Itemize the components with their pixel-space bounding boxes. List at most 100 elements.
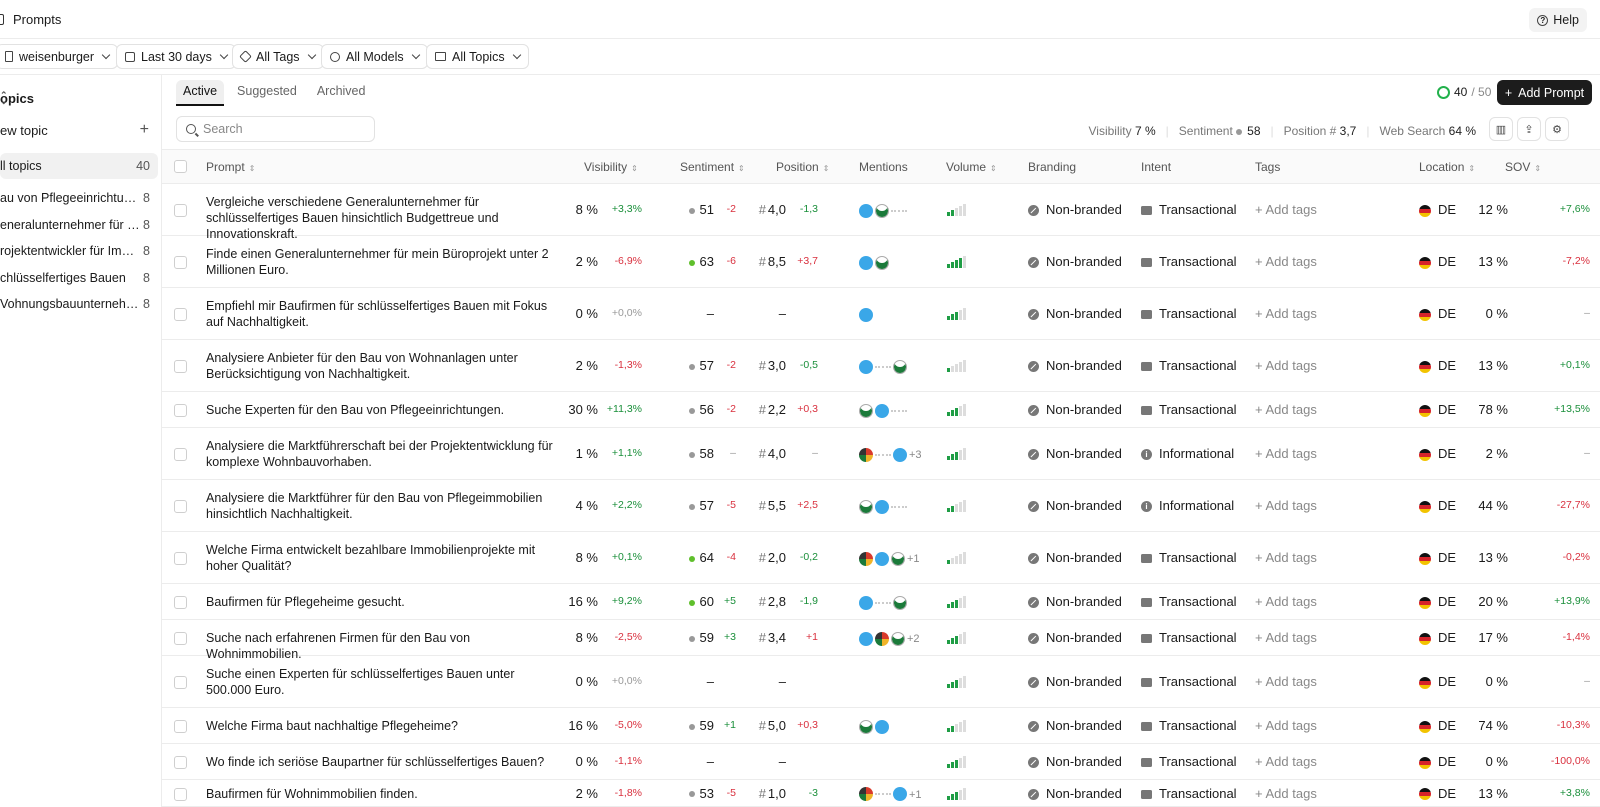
add-tags-button[interactable]: + Add tags — [1255, 630, 1317, 645]
tab-active[interactable]: Active — [176, 80, 225, 106]
prompt-text[interactable]: Suche einen Experten für schlüsselfertig… — [206, 666, 561, 698]
column-visibility[interactable]: Visibility ⇕ — [584, 160, 638, 174]
row-checkbox[interactable] — [174, 256, 187, 269]
topics-filter[interactable]: All Topics — [426, 44, 529, 69]
table-row[interactable]: Analysiere die Marktführer für den Bau v… — [162, 480, 1600, 532]
add-tags-button[interactable]: + Add tags — [1255, 254, 1317, 269]
column-volume[interactable]: Volume ⇕ — [946, 160, 997, 174]
tab-suggested[interactable]: Suggested — [230, 80, 304, 106]
mentions-cell[interactable] — [859, 402, 909, 418]
add-prompt-button[interactable]: + Add Prompt — [1497, 80, 1592, 105]
select-all-checkbox[interactable] — [174, 160, 187, 173]
workspace-filter[interactable]: weisenburger — [0, 44, 119, 69]
row-checkbox[interactable] — [174, 404, 187, 417]
row-checkbox[interactable] — [174, 596, 187, 609]
table-row[interactable]: Suche einen Experten für schlüsselfertig… — [162, 656, 1600, 708]
search-input[interactable]: Search — [176, 116, 375, 142]
tab-archived[interactable]: Archived — [310, 80, 373, 106]
row-checkbox[interactable] — [174, 787, 187, 801]
models-filter[interactable]: All Models — [321, 44, 428, 69]
table-row[interactable]: Analysiere die Marktführerschaft bei der… — [162, 428, 1600, 480]
column-prompt[interactable]: Prompt ⇕ — [206, 160, 255, 174]
mentions-cell[interactable]: +1 — [859, 786, 922, 802]
row-checkbox[interactable] — [174, 676, 187, 689]
sentiment-value: 56 — [699, 402, 714, 417]
table-row[interactable]: Vergleiche verschiedene Generalunternehm… — [162, 184, 1600, 241]
row-checkbox[interactable] — [174, 360, 187, 373]
prompt-text[interactable]: Wo finde ich seriöse Baupartner für schl… — [206, 754, 561, 770]
row-checkbox[interactable] — [174, 720, 187, 733]
prompt-text[interactable]: Suche Experten für den Bau von Pflegeein… — [206, 402, 561, 418]
table-row[interactable]: Analysiere Anbieter für den Bau von Wohn… — [162, 340, 1600, 392]
row-checkbox[interactable] — [174, 448, 187, 461]
sidebar-item-topic[interactable]: chlüsselfertiges Bauen 8 — [0, 265, 158, 291]
sidebar-toggle-icon[interactable] — [0, 14, 4, 25]
mentions-cell[interactable] — [859, 358, 909, 374]
add-tags-button[interactable]: + Add tags — [1255, 202, 1317, 217]
column-sov[interactable]: SOV ⇕ — [1505, 160, 1541, 174]
add-tags-button[interactable]: + Add tags — [1255, 594, 1317, 609]
tags-filter[interactable]: All Tags — [232, 44, 324, 69]
add-tags-button[interactable]: + Add tags — [1255, 306, 1317, 321]
prompt-text[interactable]: Vergleiche verschiedene Generalunternehm… — [206, 194, 561, 242]
mentions-cell[interactable] — [859, 254, 891, 270]
date-range-filter[interactable]: Last 30 days — [116, 44, 236, 69]
mentions-cell[interactable] — [859, 306, 875, 322]
table-row[interactable]: Suche nach erfahrenen Firmen für den Bau… — [162, 620, 1600, 661]
prompt-text[interactable]: Analysiere die Marktführer für den Bau v… — [206, 490, 561, 522]
column-location[interactable]: Location ⇕ — [1419, 160, 1475, 174]
mentions-cell[interactable]: +1 — [859, 550, 920, 566]
sidebar-item-topic[interactable]: au von Pflegeeinrichtung… 8 — [0, 185, 158, 211]
table-row[interactable]: Welche Firma baut nachhaltige Pflegeheim… — [162, 708, 1600, 744]
columns-icon[interactable]: ▥ — [1489, 117, 1513, 141]
mentions-cell[interactable]: +3 — [859, 446, 922, 462]
column-sentiment[interactable]: Sentiment ⇕ — [680, 160, 745, 174]
row-checkbox[interactable] — [174, 500, 187, 513]
position-cell: – — [779, 754, 786, 769]
prompt-text[interactable]: Analysiere die Marktführerschaft bei der… — [206, 438, 561, 470]
sidebar-item-all-topics[interactable]: ll topics 40 — [0, 153, 158, 179]
add-tags-button[interactable]: + Add tags — [1255, 718, 1317, 733]
prompt-text[interactable]: Empfiehl mir Baufirmen für schlüsselfert… — [206, 298, 561, 330]
export-icon[interactable]: ⇪ — [1517, 117, 1541, 141]
settings-icon[interactable]: ⚙ — [1545, 117, 1569, 141]
table-row[interactable]: Suche Experten für den Bau von Pflegeein… — [162, 392, 1600, 428]
prompt-text[interactable]: Baufirmen für Pflegeheime gesucht. — [206, 594, 561, 610]
add-tags-button[interactable]: + Add tags — [1255, 498, 1317, 513]
add-tags-button[interactable]: + Add tags — [1255, 786, 1317, 801]
mentions-cell[interactable]: +2 — [859, 630, 920, 646]
add-tags-button[interactable]: + Add tags — [1255, 674, 1317, 689]
mentions-cell[interactable] — [859, 202, 909, 218]
sort-icon[interactable]: ⌃ ⌄ — [0, 91, 145, 106]
help-button[interactable]: ? Help — [1529, 8, 1587, 32]
table-row[interactable]: Welche Firma entwickelt bezahlbare Immob… — [162, 532, 1600, 584]
table-row[interactable]: Baufirmen für Wohnimmobilien finden. 2 % -… — [162, 780, 1600, 807]
add-tags-button[interactable]: + Add tags — [1255, 446, 1317, 461]
column-position[interactable]: Position ⇕ — [776, 160, 829, 174]
add-tags-button[interactable]: + Add tags — [1255, 754, 1317, 769]
prompt-text[interactable]: Welche Firma entwickelt bezahlbare Immob… — [206, 542, 561, 574]
prompt-text[interactable]: Finde einen Generalunternehmer für mein … — [206, 246, 561, 278]
prompt-text[interactable]: Baufirmen für Wohnimmobilien finden. — [206, 786, 561, 802]
mentions-cell[interactable] — [859, 718, 891, 734]
new-topic-button[interactable]: ew topic + — [0, 121, 155, 138]
sidebar-item-topic[interactable]: Vohnungsbauunternehmen 8 — [0, 291, 158, 317]
mentions-cell[interactable] — [859, 498, 909, 514]
row-checkbox[interactable] — [174, 632, 187, 645]
table-row[interactable]: Finde einen Generalunternehmer für mein … — [162, 236, 1600, 288]
prompt-text[interactable]: Analysiere Anbieter für den Bau von Wohn… — [206, 350, 561, 382]
table-row[interactable]: Baufirmen für Pflegeheime gesucht. 16 % +9… — [162, 584, 1600, 620]
sidebar-item-topic[interactable]: rojektentwickler für Immo… 8 — [0, 238, 158, 264]
sidebar-item-topic[interactable]: eneralunternehmer für Ge…8 — [0, 212, 158, 238]
row-checkbox[interactable] — [174, 552, 187, 565]
table-row[interactable]: Wo finde ich seriöse Baupartner für schl… — [162, 744, 1600, 780]
row-checkbox[interactable] — [174, 204, 187, 217]
add-tags-button[interactable]: + Add tags — [1255, 550, 1317, 565]
add-tags-button[interactable]: + Add tags — [1255, 358, 1317, 373]
row-checkbox[interactable] — [174, 756, 187, 769]
prompt-text[interactable]: Welche Firma baut nachhaltige Pflegeheim… — [206, 718, 561, 734]
row-checkbox[interactable] — [174, 308, 187, 321]
add-tags-button[interactable]: + Add tags — [1255, 402, 1317, 417]
mentions-cell[interactable] — [859, 594, 909, 610]
table-row[interactable]: Empfiehl mir Baufirmen für schlüsselfert… — [162, 288, 1600, 340]
